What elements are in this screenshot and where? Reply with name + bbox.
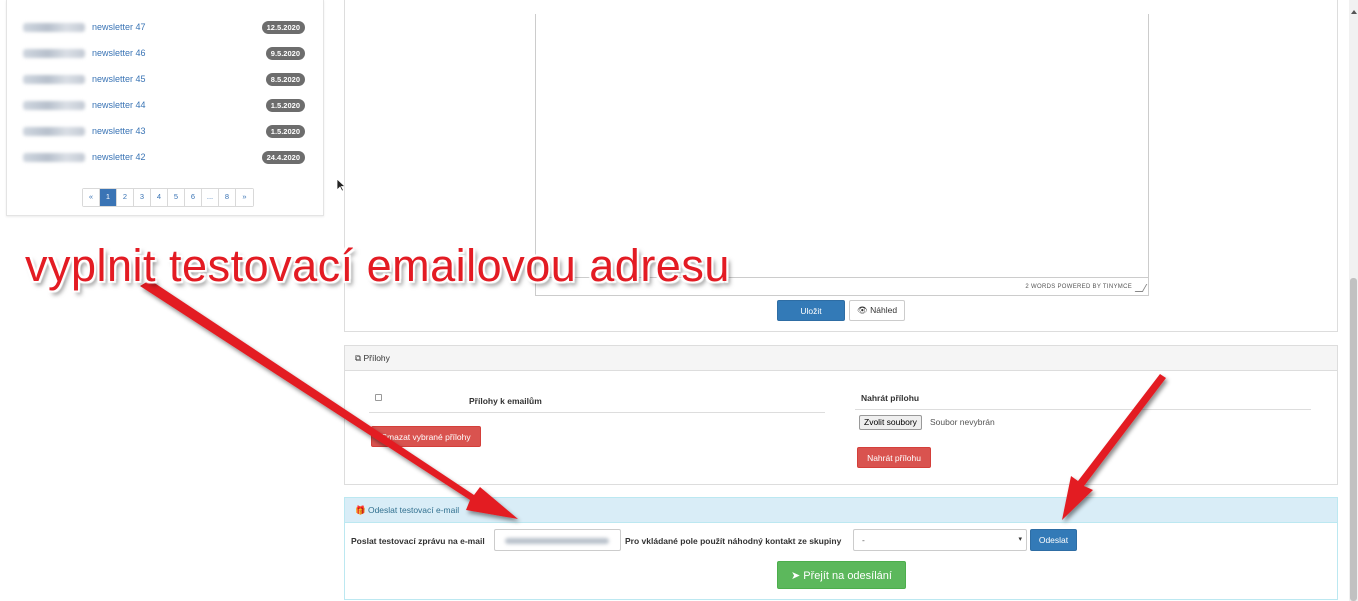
delete-selected-attachments-button[interactable]: Smazat vybrané přílohy [371, 426, 481, 447]
page-prev[interactable]: « [83, 189, 100, 206]
save-button[interactable]: Uložit [777, 300, 845, 321]
go-to-sending-label: Přejít na odesílání [803, 569, 892, 582]
attachments-title: Přílohy [363, 353, 390, 363]
newsletter-link[interactable]: newsletter 46 [92, 48, 146, 58]
page-8[interactable]: 8 [219, 189, 236, 206]
newsletter-link[interactable]: newsletter 45 [92, 74, 146, 84]
contact-group-select[interactable]: - ▾ [853, 529, 1027, 551]
scrollbar-thumb[interactable] [1350, 278, 1357, 601]
date-badge: 12.5.2020 [261, 21, 305, 34]
paper-plane-icon: ➤ [791, 569, 801, 582]
date-badge: 8.5.2020 [265, 73, 305, 86]
test-email-input[interactable] [494, 529, 621, 551]
list-item[interactable]: newsletter 43 1.5.2020 [7, 122, 325, 142]
random-contact-group-label: Pro vkládané pole použít náhodný kontakt… [625, 536, 842, 546]
blurred-thumbnail [23, 23, 85, 32]
contact-group-selected: - [862, 535, 865, 545]
attachments-header: ⧉ Přílohy [345, 346, 1337, 371]
list-item[interactable]: newsletter 44 1.5.2020 [7, 96, 325, 116]
vertical-scrollbar[interactable] [1349, 0, 1358, 601]
divider [855, 409, 1311, 410]
test-email-label: Poslat testovací zprávu na e-mail [351, 536, 485, 546]
page-5[interactable]: 5 [168, 189, 185, 206]
pagination: « 1 2 3 4 5 6 ... 8 » [82, 188, 254, 207]
newsletter-link[interactable]: newsletter 42 [92, 152, 146, 162]
blurred-thumbnail [23, 127, 85, 136]
scroll-up-icon[interactable] [1351, 10, 1357, 14]
newsletter-link[interactable]: newsletter 47 [92, 22, 146, 32]
send-test-button[interactable]: Odeslat [1030, 529, 1077, 551]
no-file-selected-text: Soubor nevybrán [930, 417, 995, 427]
paperclip-icon: ⧉ [355, 353, 362, 363]
page-next[interactable]: » [236, 189, 253, 206]
list-item[interactable]: newsletter 46 9.5.2020 [7, 44, 325, 64]
date-badge: 1.5.2020 [265, 125, 305, 138]
annotation-text: vyplnit testovací emailovou adresu [25, 240, 730, 291]
blurred-thumbnail [23, 75, 85, 84]
blurred-thumbnail [23, 101, 85, 110]
newsletter-link[interactable]: newsletter 44 [92, 100, 146, 110]
page-4[interactable]: 4 [151, 189, 168, 206]
page-6[interactable]: 6 [185, 189, 202, 206]
email-attachments-column-header: Přílohy k emailům [469, 396, 542, 406]
date-badge: 1.5.2020 [265, 99, 305, 112]
page-1[interactable]: 1 [100, 189, 117, 206]
blurred-email-value [505, 538, 609, 544]
blurred-thumbnail [23, 153, 85, 162]
list-item[interactable]: newsletter 45 8.5.2020 [7, 70, 325, 90]
preview-label: Náhled [870, 305, 898, 315]
test-email-panel: 🎁 Odeslat testovací e-mail Poslat testov… [344, 497, 1338, 600]
test-email-header: 🎁 Odeslat testovací e-mail [345, 498, 1337, 523]
attachments-panel: ⧉ Přílohy Přílohy k emailům Smazat vybra… [344, 345, 1338, 485]
resize-handle-icon[interactable] [1134, 284, 1148, 292]
chevron-down-icon: ▾ [1018, 536, 1022, 543]
upload-attachment-title: Nahrát přílohu [861, 393, 920, 403]
date-badge: 9.5.2020 [265, 47, 305, 60]
divider [369, 412, 825, 413]
choose-files-button[interactable]: Zvolit soubory [859, 415, 922, 430]
newsletter-sidebar: newsletter 47 12.5.2020 newsletter 46 9.… [6, 0, 324, 216]
page-2[interactable]: 2 [117, 189, 134, 206]
list-item[interactable]: newsletter 47 12.5.2020 [7, 18, 325, 38]
eye-icon: 👁 [856, 305, 868, 315]
preview-button[interactable]: 👁 Náhled [849, 300, 905, 321]
upload-attachment-button[interactable]: Nahrát přílohu [857, 447, 931, 468]
go-to-sending-button[interactable]: ➤ Přejít na odesílání [777, 561, 906, 589]
select-all-checkbox[interactable] [375, 394, 382, 401]
blurred-thumbnail [23, 49, 85, 58]
page-3[interactable]: 3 [134, 189, 151, 206]
editor-status-text: 2 WORDS POWERED BY TINYMCE [1025, 284, 1132, 290]
newsletter-link[interactable]: newsletter 43 [92, 126, 146, 136]
date-badge: 24.4.2020 [261, 151, 305, 164]
test-email-title: Odeslat testovací e-mail [367, 505, 460, 515]
gift-icon: 🎁 [355, 505, 366, 515]
list-item[interactable]: newsletter 42 24.4.2020 [7, 148, 325, 168]
page-ellipsis: ... [202, 189, 219, 206]
